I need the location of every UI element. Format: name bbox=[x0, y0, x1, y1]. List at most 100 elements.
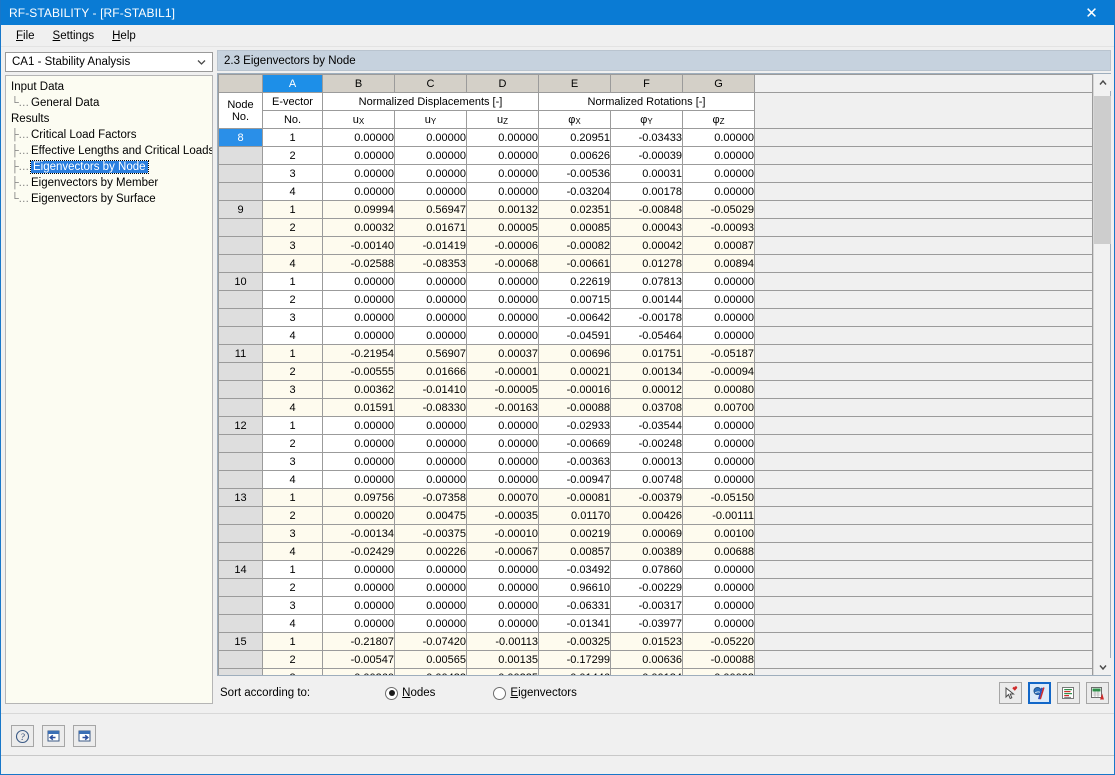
cell-uy[interactable]: 0.00000 bbox=[394, 272, 467, 291]
cell-phiy[interactable]: 0.03708 bbox=[610, 398, 683, 417]
cell-phix[interactable]: 0.00021 bbox=[538, 362, 611, 381]
cell-ux[interactable]: -0.02588 bbox=[322, 254, 395, 273]
cell-evector-no[interactable]: 1 bbox=[262, 560, 323, 579]
cell-ux[interactable]: 0.00000 bbox=[322, 182, 395, 201]
cell-uy[interactable]: -0.01410 bbox=[394, 380, 467, 399]
cell-phix[interactable]: -0.06331 bbox=[538, 596, 611, 615]
cell-uy[interactable]: 0.00000 bbox=[394, 164, 467, 183]
cell-ux[interactable]: -0.00134 bbox=[322, 524, 395, 543]
cell-ux[interactable]: 0.00032 bbox=[322, 218, 395, 237]
cell-evector-no[interactable]: 3 bbox=[262, 668, 323, 675]
cell-uz[interactable]: -0.00010 bbox=[466, 524, 539, 543]
cell-ux[interactable]: -0.21807 bbox=[322, 632, 395, 651]
cell-uy[interactable]: 0.00000 bbox=[394, 470, 467, 489]
cell-phiz[interactable]: 0.00700 bbox=[682, 398, 755, 417]
cell-evector-no[interactable]: 2 bbox=[262, 146, 323, 165]
cell-uy[interactable]: 0.00226 bbox=[394, 542, 467, 561]
cell-uz[interactable]: 0.00000 bbox=[466, 416, 539, 435]
row-node-header[interactable] bbox=[218, 578, 263, 597]
cell-uz[interactable]: 0.00000 bbox=[466, 272, 539, 291]
cell-uy[interactable]: 0.00000 bbox=[394, 614, 467, 633]
row-node-header[interactable]: 8 bbox=[218, 128, 263, 147]
table-row[interactable]: 4 0.00000 0.00000 0.00000 -0.01341 -0.03977 0.… bbox=[218, 614, 1093, 633]
cell-phix[interactable]: 0.22619 bbox=[538, 272, 611, 291]
column-letter-d[interactable]: D bbox=[466, 74, 539, 93]
cell-evector-no[interactable]: 1 bbox=[262, 632, 323, 651]
cell-phiy[interactable]: -0.00178 bbox=[610, 308, 683, 327]
cell-phiz[interactable]: 0.00080 bbox=[682, 380, 755, 399]
cell-phiy[interactable]: 0.00043 bbox=[610, 218, 683, 237]
radio-sort-nodes[interactable]: Nodes bbox=[385, 686, 435, 700]
cell-phiz[interactable]: -0.00094 bbox=[682, 362, 755, 381]
scroll-up-icon[interactable] bbox=[1094, 74, 1111, 91]
cell-ux[interactable]: 0.00362 bbox=[322, 380, 395, 399]
row-node-header[interactable] bbox=[218, 182, 263, 201]
cell-uz[interactable]: 0.00070 bbox=[466, 488, 539, 507]
row-node-header[interactable] bbox=[218, 470, 263, 489]
cell-phiy[interactable]: 0.00426 bbox=[610, 506, 683, 525]
row-node-header[interactable] bbox=[218, 506, 263, 525]
cell-phiz[interactable]: -0.00093 bbox=[682, 218, 755, 237]
previous-window-icon[interactable] bbox=[42, 725, 65, 747]
cell-uy[interactable]: -0.00375 bbox=[394, 524, 467, 543]
menu-item-file[interactable]: File bbox=[7, 28, 44, 44]
cell-uz[interactable]: 0.00000 bbox=[466, 146, 539, 165]
cell-uy[interactable]: -0.00433 bbox=[394, 668, 467, 675]
menu-item-settings[interactable]: Settings bbox=[44, 28, 104, 44]
table-row[interactable]: 2 0.00020 0.00475 -0.00035 0.01170 0.00426 -0.… bbox=[218, 506, 1093, 525]
table-row[interactable]: 3 0.00000 0.00000 0.00000 -0.00363 0.00013 0.0… bbox=[218, 452, 1093, 471]
cell-evector-no[interactable]: 2 bbox=[262, 434, 323, 453]
cell-phiz[interactable]: 0.00087 bbox=[682, 236, 755, 255]
table-row[interactable]: 3 0.00000 0.00000 0.00000 -0.06331 -0.00317 0.… bbox=[218, 596, 1093, 615]
cell-evector-no[interactable]: 3 bbox=[262, 164, 323, 183]
cell-phiz[interactable]: 0.00000 bbox=[682, 308, 755, 327]
cell-evector-no[interactable]: 1 bbox=[262, 488, 323, 507]
table-row[interactable]: 2 0.00032 0.01671 0.00005 0.00085 0.00043 -0.0… bbox=[218, 218, 1093, 237]
cell-phiy[interactable]: 0.00069 bbox=[610, 524, 683, 543]
row-node-header[interactable] bbox=[218, 650, 263, 669]
cell-uy[interactable]: 0.00000 bbox=[394, 416, 467, 435]
cell-phix[interactable]: -0.03492 bbox=[538, 560, 611, 579]
cell-ux[interactable]: 0.00000 bbox=[322, 416, 395, 435]
cell-uz[interactable]: 0.00000 bbox=[466, 434, 539, 453]
cell-phiy[interactable]: 0.00012 bbox=[610, 380, 683, 399]
cell-phiy[interactable]: 0.00389 bbox=[610, 542, 683, 561]
cell-phiy[interactable]: 0.00144 bbox=[610, 290, 683, 309]
cell-evector-no[interactable]: 2 bbox=[262, 218, 323, 237]
cell-uz[interactable]: 0.00000 bbox=[466, 452, 539, 471]
row-node-header[interactable] bbox=[218, 380, 263, 399]
cell-ux[interactable]: 0.00360 bbox=[322, 668, 395, 675]
cell-evector-no[interactable]: 3 bbox=[262, 380, 323, 399]
cell-phix[interactable]: 0.02351 bbox=[538, 200, 611, 219]
cell-phiz[interactable]: 0.00000 bbox=[682, 596, 755, 615]
tree-item-eigenvectors-by-node[interactable]: ├… Eigenvectors by Node bbox=[6, 159, 212, 175]
scroll-down-icon[interactable] bbox=[1094, 658, 1111, 675]
table-row[interactable]: 30.00360-0.004330.00235-0.014460.001840.… bbox=[218, 668, 1093, 675]
cell-ux[interactable]: 0.00000 bbox=[322, 614, 395, 633]
cell-ux[interactable]: 0.00000 bbox=[322, 146, 395, 165]
cell-phiz[interactable]: 0.00000 bbox=[682, 452, 755, 471]
cell-ux[interactable]: 0.00000 bbox=[322, 560, 395, 579]
table-row[interactable]: 8 1 0.00000 0.00000 0.00000 0.20951 -0.03433 0.… bbox=[218, 128, 1093, 147]
row-node-header[interactable]: 10 bbox=[218, 272, 263, 291]
cell-phiy[interactable]: -0.03977 bbox=[610, 614, 683, 633]
cell-phiz[interactable]: 0.00093 bbox=[682, 668, 755, 675]
row-node-header[interactable] bbox=[218, 362, 263, 381]
row-node-header[interactable] bbox=[218, 524, 263, 543]
table-row[interactable]: 10 1 0.00000 0.00000 0.00000 0.22619 0.07813 0.… bbox=[218, 272, 1093, 291]
cell-phiz[interactable]: 0.00000 bbox=[682, 614, 755, 633]
cell-phiy[interactable]: 0.00031 bbox=[610, 164, 683, 183]
help-icon[interactable]: ? bbox=[11, 725, 34, 747]
cell-ux[interactable]: 0.00000 bbox=[322, 272, 395, 291]
scrollbar-thumb[interactable] bbox=[1094, 96, 1111, 244]
cell-phiz[interactable]: 0.00000 bbox=[682, 326, 755, 345]
table-row[interactable]: 3 -0.00140 -0.01419 -0.00006 -0.00082 0.00042… bbox=[218, 236, 1093, 255]
cell-uz[interactable]: 0.00000 bbox=[466, 596, 539, 615]
cell-phix[interactable]: -0.02933 bbox=[538, 416, 611, 435]
cell-ux[interactable]: -0.00547 bbox=[322, 650, 395, 669]
tree-item-eigenvectors-by-surface[interactable]: └… Eigenvectors by Surface bbox=[6, 191, 212, 207]
cell-uz[interactable]: 0.00000 bbox=[466, 578, 539, 597]
cell-evector-no[interactable]: 4 bbox=[262, 614, 323, 633]
cell-phiz[interactable]: -0.05150 bbox=[682, 488, 755, 507]
cell-phix[interactable]: 0.00715 bbox=[538, 290, 611, 309]
